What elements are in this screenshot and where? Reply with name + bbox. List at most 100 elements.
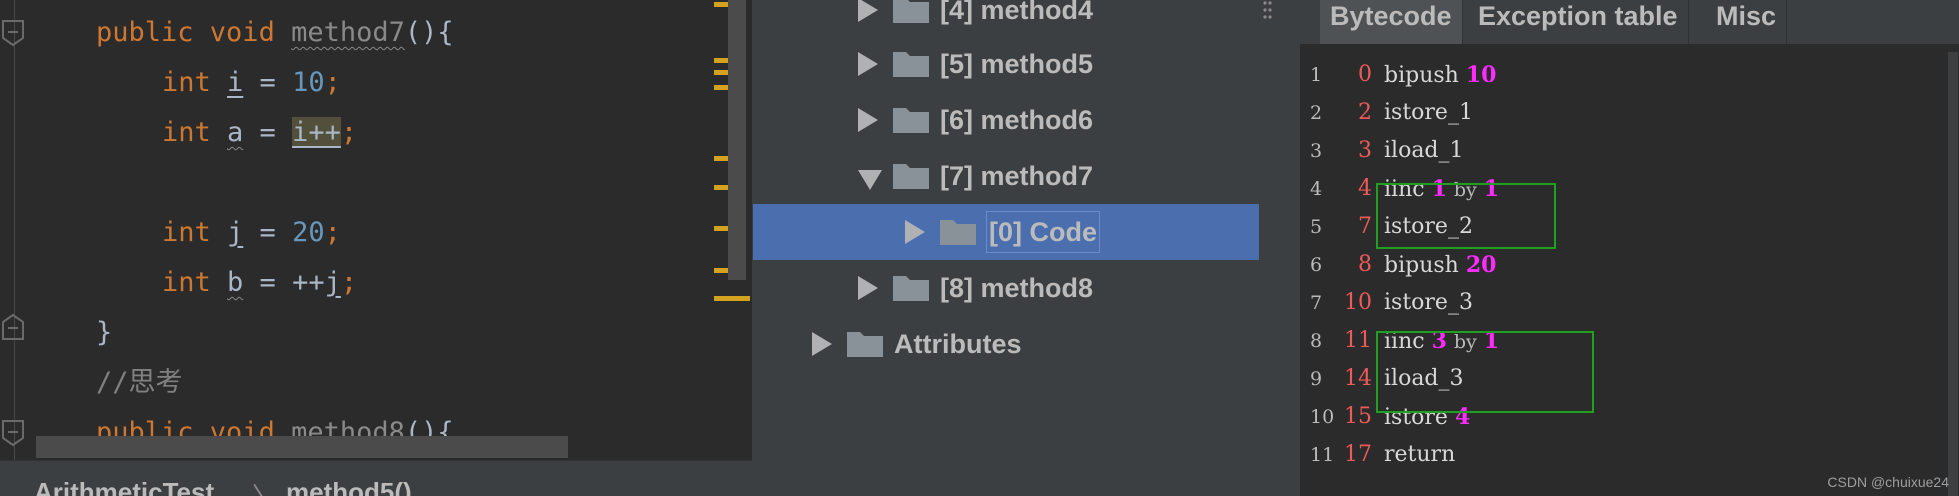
operand: 20	[1465, 252, 1497, 278]
breadcrumb: ArithmeticTest 〉 method5()	[0, 460, 752, 496]
bytecode-row[interactable]: 1 0 bipush 10	[1300, 56, 1940, 94]
highlight-box	[1376, 183, 1556, 249]
instruction: bipush 20	[1384, 246, 1496, 285]
code-token: int	[162, 117, 228, 148]
code-token: i++	[292, 117, 341, 148]
chevron-right-icon[interactable]	[858, 108, 878, 132]
instruction-offset: 17	[1344, 442, 1372, 467]
instruction: istore_3	[1384, 284, 1473, 322]
tree-item[interactable]: [8] method8	[752, 260, 1300, 316]
bytecode-row[interactable]: 7 10 istore_3	[1300, 284, 1940, 322]
bytecode-viewer: Bytecode Exception table Misc 1 0 bipush 1…	[1300, 0, 1959, 496]
bytecode-tabs: Bytecode Exception table Misc	[1300, 0, 1959, 44]
error-stripe-marker[interactable]	[714, 2, 728, 7]
bytecode-listing[interactable]: 1 0 bipush 10 2 2 istore_1 3 3 iload_1 4 4 iinc 1 b…	[1300, 44, 1959, 496]
operand: 10	[1465, 62, 1497, 88]
bytecode-row[interactable]: 6 8 bipush 20	[1300, 246, 1940, 284]
watermark: CSDN @chuixue24	[1827, 474, 1949, 490]
code-token: }	[96, 317, 113, 348]
code-token: int	[162, 217, 228, 248]
bytecode-row[interactable]: 2 2 istore_1	[1300, 94, 1940, 132]
instruction: iload_1	[1384, 132, 1464, 170]
tree-item[interactable]: [5] method5	[752, 36, 1300, 92]
class-structure-tree[interactable]: [4] method4 [5] method5 [6] method6 [7] met…	[752, 0, 1300, 496]
opcode: bipush	[1384, 63, 1459, 88]
tree-item-label: [6] method6	[940, 105, 1094, 135]
code-token: method7	[291, 17, 405, 48]
instruction-offset: 11	[1344, 328, 1372, 353]
code-line[interactable]: int b = ++j;	[162, 258, 357, 308]
code-token: void	[209, 17, 292, 48]
code-token: ;	[340, 267, 358, 298]
fold-marker-icon[interactable]	[0, 418, 26, 448]
instruction-offset: 15	[1344, 404, 1372, 429]
breadcrumb-class[interactable]: ArithmeticTest	[34, 477, 214, 496]
drag-handle-icon[interactable]	[1262, 0, 1272, 24]
tab-bytecode[interactable]: Bytecode	[1320, 0, 1463, 44]
code-token: b	[227, 267, 244, 298]
code-token: 20	[292, 217, 325, 248]
chevron-right-icon[interactable]	[858, 52, 878, 76]
code-line[interactable]: public void method7(){	[96, 8, 454, 58]
code-token: =	[243, 217, 293, 248]
chevron-right-icon[interactable]	[858, 276, 878, 300]
code-token: =	[243, 117, 293, 148]
error-stripe-marker[interactable]	[714, 268, 728, 273]
horizontal-scrollbar[interactable]	[36, 436, 568, 458]
chevron-down-icon[interactable]	[858, 170, 882, 190]
error-stripe-marker[interactable]	[714, 226, 728, 231]
error-stripe-marker[interactable]	[714, 156, 728, 161]
code-token: public	[96, 17, 210, 48]
code-token: //思考	[96, 367, 183, 398]
tab-exception-table[interactable]: Exception table	[1468, 0, 1689, 44]
vertical-scrollbar[interactable]	[1948, 52, 1958, 496]
tree-item-label: [8] method8	[940, 273, 1094, 303]
fold-end-marker-icon[interactable]	[0, 312, 26, 342]
gutter-divider	[14, 0, 15, 460]
code-line[interactable]: //思考	[96, 358, 183, 408]
chevron-right-icon[interactable]	[858, 0, 878, 22]
bytecode-row[interactable]: 3 3 iload_1	[1300, 132, 1940, 170]
code-token: = ++	[243, 267, 325, 298]
code-editor[interactable]: public void method7(){int i = 10; int a =…	[0, 0, 752, 496]
caret-stripe-marker[interactable]	[714, 296, 750, 301]
bytecode-row[interactable]: 11 17 return	[1300, 436, 1940, 474]
code-token: (){	[404, 17, 454, 48]
chevron-right-icon[interactable]	[812, 332, 832, 356]
code-line[interactable]: }	[96, 308, 112, 358]
code-token: i	[227, 67, 244, 98]
breadcrumb-separator: 〉	[252, 477, 278, 496]
tree-item-label: [0] Code	[986, 211, 1100, 253]
breadcrumb-method[interactable]: method5()	[286, 477, 412, 496]
error-stripe-marker[interactable]	[714, 58, 728, 63]
fold-marker-icon[interactable]	[0, 18, 26, 48]
tree-item-label: [5] method5	[940, 49, 1094, 79]
instruction-offset: 14	[1344, 366, 1372, 391]
tree-item[interactable]: [6] method6	[752, 92, 1300, 148]
tree-item[interactable]: [7] method7	[752, 148, 1300, 204]
highlight-box	[1376, 331, 1594, 413]
code-token: =	[243, 67, 293, 98]
instruction-offset: 0	[1358, 62, 1372, 87]
tree-item[interactable]: [4] method4	[752, 0, 1300, 38]
chevron-right-icon[interactable]	[905, 220, 925, 244]
instruction: istore_1	[1384, 94, 1473, 132]
instruction-offset: 8	[1358, 252, 1372, 277]
tree-item[interactable]: [0] Code	[753, 204, 1259, 260]
error-stripe-marker[interactable]	[714, 185, 728, 190]
tree-item[interactable]: Attributes	[752, 316, 1300, 372]
code-line[interactable]: int i = 10;	[162, 58, 341, 108]
opcode: return	[1384, 442, 1456, 467]
folder-icon	[846, 328, 884, 358]
scrollbar-thumb[interactable]	[728, 0, 746, 280]
error-stripe-marker[interactable]	[714, 85, 728, 90]
tab-misc[interactable]: Misc	[1706, 0, 1788, 44]
error-stripe-marker[interactable]	[714, 70, 728, 75]
tree-item-label: [7] method7	[940, 161, 1094, 191]
opcode: istore_1	[1384, 100, 1473, 125]
instruction-offset: 7	[1358, 214, 1372, 239]
tree-item-label: [4] method4	[940, 0, 1094, 25]
code-line[interactable]: int j = 20;	[162, 208, 341, 258]
instruction: bipush 10	[1384, 56, 1496, 95]
code-line[interactable]: int a = i++;	[162, 108, 357, 158]
